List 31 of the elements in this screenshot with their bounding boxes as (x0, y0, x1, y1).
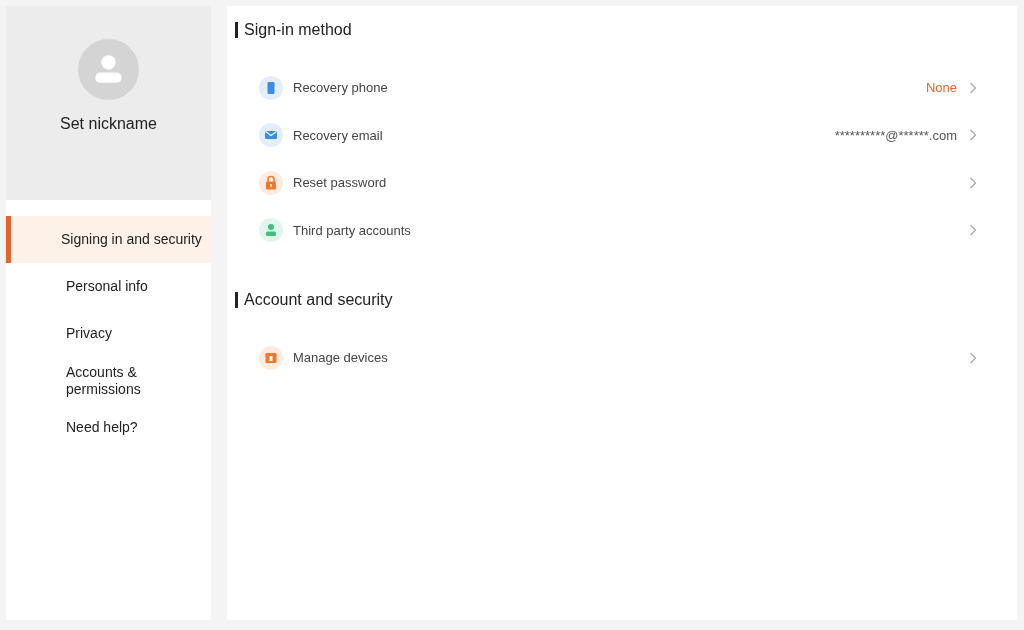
chevron-icon (969, 351, 977, 364)
sidebar-item[interactable]: Need help? (6, 404, 211, 451)
row-label: Third party accounts (293, 221, 411, 240)
chevron-icon (969, 81, 977, 94)
envelope-icon (259, 123, 283, 148)
phone-icon (259, 75, 283, 100)
chevron-icon (969, 224, 977, 237)
sidebar-item[interactable]: Accounts & permissions (6, 357, 166, 404)
settings-row[interactable]: Reset password (235, 159, 977, 207)
sidebar-item[interactable]: Signing in and security (6, 216, 211, 263)
person-icon (259, 218, 283, 243)
row-label: Manage devices (293, 349, 388, 367)
device-icon (259, 345, 283, 370)
sidebar-item[interactable]: Personal info (6, 263, 211, 310)
sidebar-item[interactable]: Privacy (6, 310, 211, 357)
section-heading: Sign-in method (235, 22, 977, 38)
row-value: **********@******.com (834, 126, 957, 145)
row-label: Recovery email (293, 126, 383, 145)
chevron-icon (969, 176, 977, 189)
row-value: None (925, 79, 957, 97)
settings-row[interactable]: Third party accounts (235, 206, 977, 254)
settings-row[interactable]: Manage devices (235, 334, 977, 382)
settings-row[interactable]: Recovery phone None (235, 64, 977, 112)
padlock-icon (259, 170, 283, 195)
nickname-link[interactable]: Set nickname (60, 112, 157, 136)
row-label: Reset password (293, 174, 387, 192)
section-heading: Account and security (235, 292, 977, 308)
chevron-icon (969, 129, 977, 142)
row-label: Recovery phone (293, 79, 388, 97)
avatar-icon[interactable] (78, 39, 139, 100)
settings-row[interactable]: Recovery email **********@******.com (235, 111, 977, 159)
